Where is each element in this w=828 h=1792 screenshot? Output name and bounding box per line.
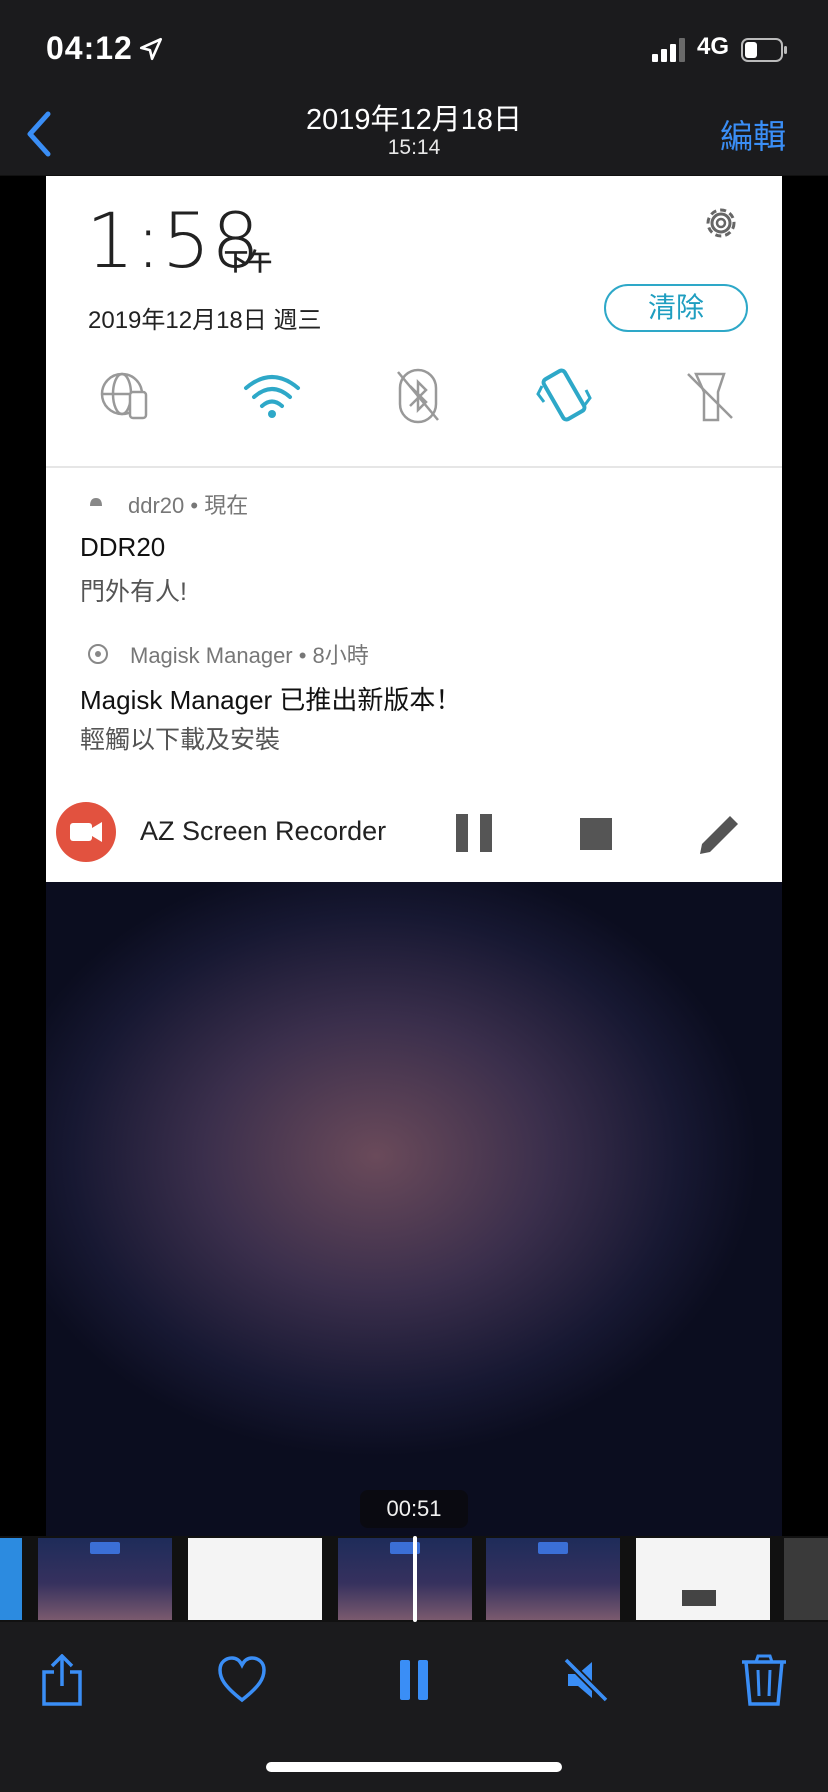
scrubber-thumbnail <box>38 1538 172 1620</box>
edit-button[interactable]: 編輯 <box>720 110 786 158</box>
notification-body: 輕觸以下載及安裝 <box>80 726 281 754</box>
nav-time-subtitle: 15:14 <box>387 136 441 159</box>
scrubber-thumbnail <box>188 1538 322 1620</box>
shade-ampm: 下午 <box>224 249 272 276</box>
nav-date-title: 2019年12月18日 <box>305 104 523 136</box>
trash-icon[interactable] <box>740 1654 788 1706</box>
gear-icon <box>706 208 736 238</box>
notification-body: 門外有人! <box>80 578 187 606</box>
wifi-icon <box>244 375 300 418</box>
location-arrow-icon <box>139 37 163 61</box>
scrubber-thumbnail <box>338 1538 472 1620</box>
shade-date: 2019年12月18日 週三 <box>88 307 322 334</box>
scrubber-thumbnail <box>0 1538 22 1620</box>
camcorder-icon <box>56 802 116 862</box>
home-indicator[interactable] <box>266 1762 562 1772</box>
network-type: 4G <box>697 33 730 60</box>
scrubber-thumbnail <box>636 1538 770 1620</box>
photo-nav-bar: 2019年12月18日 15:14 編輯 <box>0 86 828 176</box>
notification-title: Magisk Manager 已推出新版本！ <box>80 685 462 715</box>
scrubber-thumbnail <box>784 1538 828 1620</box>
stop-icon <box>580 818 612 850</box>
vibrate-icon <box>536 368 592 422</box>
notification-header: Magisk Manager • 8小時 <box>130 643 369 668</box>
status-bar: 04:12 4G <box>0 0 828 100</box>
video-frame[interactable]: 1:58 下午 2019年12月18日 週三 清除 ddr20 • 現在 DDR… <box>46 176 782 1536</box>
cellular-signal-icon <box>652 38 685 62</box>
pause-icon[interactable] <box>390 1654 438 1706</box>
video-scrubber[interactable] <box>0 1536 828 1622</box>
pause-icon <box>456 814 492 852</box>
notification-shade: 1:58 下午 2019年12月18日 週三 清除 ddr20 • 現在 DDR… <box>46 176 782 882</box>
pencil-icon <box>700 816 738 854</box>
battery-icon <box>741 38 787 62</box>
android-icon <box>90 498 102 506</box>
heart-icon[interactable] <box>218 1654 266 1706</box>
share-icon[interactable] <box>38 1654 86 1706</box>
recorder-label: AZ Screen Recorder <box>140 816 387 846</box>
scrubber-playhead[interactable] <box>413 1536 417 1622</box>
notification-title: DDR20 <box>80 532 166 562</box>
network-icon <box>100 372 148 420</box>
notification-header: ddr20 • 現在 <box>128 493 249 518</box>
status-time: 04:12 <box>46 30 133 66</box>
flashlight-off-icon <box>687 372 733 422</box>
clear-button: 清除 <box>604 284 748 332</box>
bluetooth-off-icon <box>397 368 439 424</box>
video-timecode: 00:51 <box>360 1490 468 1528</box>
magisk-icon <box>88 644 108 664</box>
scrubber-thumbnail <box>486 1538 620 1620</box>
mute-icon[interactable] <box>562 1654 610 1706</box>
shade-divider <box>46 466 782 468</box>
recorder-notification: AZ Screen Recorder <box>46 782 782 882</box>
